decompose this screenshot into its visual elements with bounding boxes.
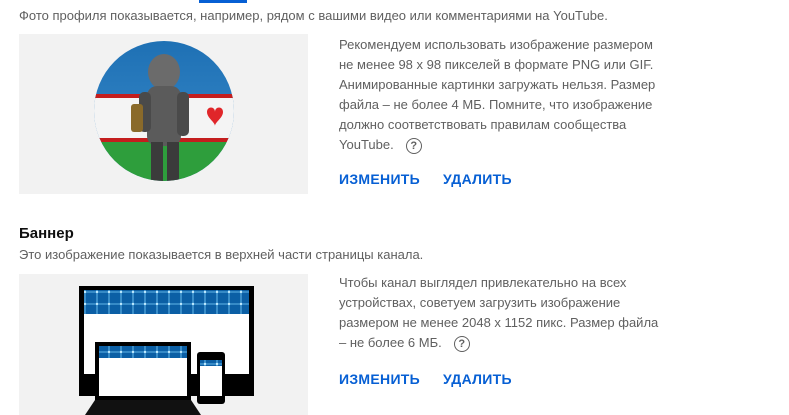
change-banner-button[interactable]: ИЗМЕНИТЬ bbox=[339, 371, 420, 387]
help-icon[interactable]: ? bbox=[453, 335, 470, 352]
profile-description: Рекомендуем использовать изображение раз… bbox=[339, 35, 669, 155]
delete-banner-button[interactable]: УДАЛИТЬ bbox=[443, 371, 512, 387]
profile-picture-preview bbox=[19, 34, 308, 194]
banner-section-subtitle: Это изображение показывается в верхней ч… bbox=[19, 247, 424, 262]
active-tab-underline bbox=[199, 0, 247, 3]
banner-section-title: Баннер bbox=[19, 225, 74, 242]
banner-devices-illustration bbox=[79, 286, 254, 415]
help-icon[interactable]: ? bbox=[405, 137, 422, 154]
banner-preview bbox=[19, 274, 308, 415]
profile-description-text: Рекомендуем использовать изображение раз… bbox=[339, 37, 656, 152]
delete-profile-picture-button[interactable]: УДАЛИТЬ bbox=[443, 171, 512, 187]
change-profile-picture-button[interactable]: ИЗМЕНИТЬ bbox=[339, 171, 420, 187]
profile-intro: Фото профиля показывается, например, ряд… bbox=[19, 8, 608, 23]
banner-description-text: Чтобы канал выглядел привлекательно на в… bbox=[339, 275, 659, 350]
banner-description: Чтобы канал выглядел привлекательно на в… bbox=[339, 273, 669, 353]
profile-avatar-image bbox=[94, 41, 234, 181]
